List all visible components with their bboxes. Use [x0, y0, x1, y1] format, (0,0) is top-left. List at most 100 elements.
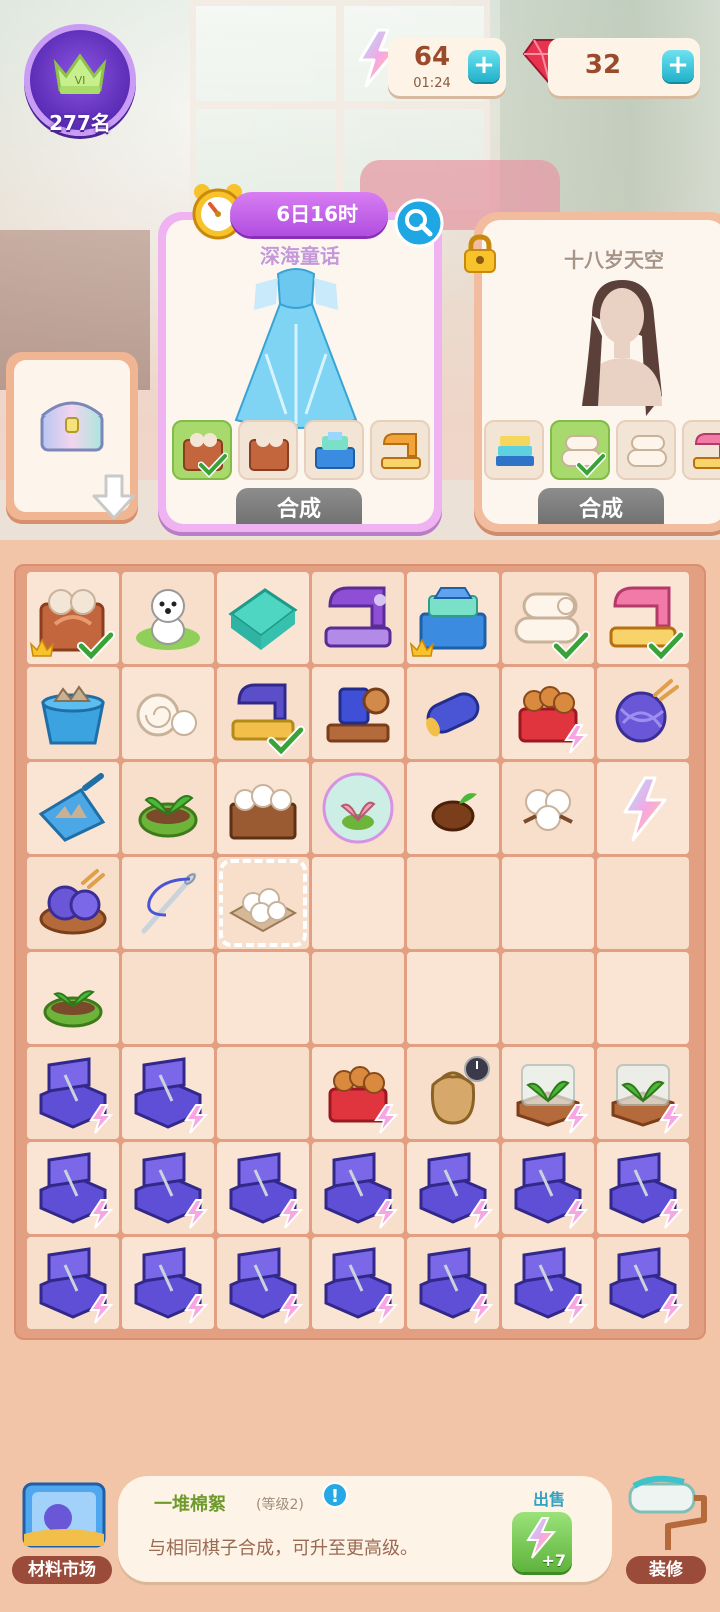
board-cell[interactable]	[597, 572, 689, 664]
board-cell-empty[interactable]	[122, 952, 214, 1044]
puppy-icon	[136, 589, 200, 650]
sell-button[interactable]: +7	[512, 1512, 572, 1572]
board-cell[interactable]	[217, 1237, 309, 1329]
board-cell[interactable]	[312, 1047, 404, 1139]
board-cell[interactable]	[217, 1142, 309, 1234]
board-cell[interactable]	[312, 667, 404, 759]
board-cell[interactable]	[502, 1237, 594, 1329]
chest-card[interactable]	[6, 352, 138, 520]
merge-grid	[27, 572, 698, 1329]
sewing-machine-icon	[324, 586, 392, 648]
board-cell-empty[interactable]	[312, 857, 404, 949]
energy-icon	[659, 1294, 684, 1324]
check-icon	[198, 452, 228, 478]
board-cell[interactable]	[122, 667, 214, 759]
board-cell[interactable]	[502, 762, 594, 854]
board-cell[interactable]	[597, 1142, 689, 1234]
mannequin-bust-icon	[582, 280, 662, 416]
board-cell[interactable]	[27, 857, 119, 949]
board-cell-empty[interactable]	[407, 857, 499, 949]
arrow-down-icon[interactable]	[90, 472, 138, 522]
board-cell[interactable]	[122, 1237, 214, 1329]
fabric-stack-icon	[496, 436, 534, 466]
board-cell[interactable]	[312, 762, 404, 854]
board-cell[interactable]	[27, 667, 119, 759]
energy-icon	[89, 1199, 114, 1229]
gem-value: 32	[584, 50, 622, 80]
board-cell[interactable]	[407, 762, 499, 854]
board-cell[interactable]	[122, 1047, 214, 1139]
requirement-slot	[484, 420, 544, 480]
board-cell[interactable]	[597, 1047, 689, 1139]
board-cell[interactable]	[597, 1237, 689, 1329]
material-market-button[interactable]: 材料市场	[10, 1466, 114, 1586]
board-cell-empty[interactable]	[597, 952, 689, 1044]
energy-icon	[469, 1199, 494, 1229]
check-icon	[576, 452, 606, 478]
board-cell[interactable]	[217, 762, 309, 854]
energy-icon	[279, 1294, 304, 1324]
board-cell-empty[interactable]	[502, 857, 594, 949]
board-cell[interactable]	[312, 1237, 404, 1329]
board-cell[interactable]	[502, 1142, 594, 1234]
treasure-chest-icon	[40, 401, 104, 452]
board-cell-selected[interactable]	[217, 857, 309, 949]
chest-card-inner	[14, 360, 136, 520]
board-cell[interactable]	[502, 572, 594, 664]
board-cell-empty[interactable]	[502, 952, 594, 1044]
energy-timer: 01:24	[413, 76, 451, 91]
board-cell[interactable]	[217, 572, 309, 664]
board-cell[interactable]	[27, 1047, 119, 1139]
order-card-2[interactable]: 十八岁天空 合成	[474, 212, 720, 532]
board-cell[interactable]	[122, 857, 214, 949]
decorate-button[interactable]: 装修	[620, 1466, 716, 1586]
board-cell[interactable]	[27, 1237, 119, 1329]
info-icon[interactable]: !	[322, 1482, 348, 1508]
requirement-slot	[304, 420, 364, 480]
board-cell[interactable]	[407, 667, 499, 759]
energy-icon	[564, 1199, 589, 1229]
energy-icon	[184, 1199, 209, 1229]
cotton-rolls-icon	[627, 435, 667, 467]
board-cell[interactable]	[597, 762, 689, 854]
energy-icon	[374, 1199, 399, 1229]
board-cell[interactable]	[407, 1047, 499, 1139]
board-cell[interactable]	[407, 1142, 499, 1234]
board-cell[interactable]	[312, 572, 404, 664]
energy-value: 64	[413, 42, 451, 72]
board-cell[interactable]	[217, 667, 309, 759]
search-icon[interactable]	[394, 198, 444, 248]
rank-badge[interactable]: VI 277名	[24, 24, 136, 136]
board-cell-empty[interactable]	[312, 952, 404, 1044]
board-cell[interactable]	[407, 572, 499, 664]
board-cell[interactable]	[122, 762, 214, 854]
board-cell[interactable]	[27, 762, 119, 854]
board-cell[interactable]	[502, 667, 594, 759]
blue-dress-icon	[234, 268, 358, 429]
board-cell-empty[interactable]	[217, 952, 309, 1044]
order-2-synthesize-button[interactable]: 合成	[538, 488, 664, 524]
board-cell[interactable]	[27, 1142, 119, 1234]
add-energy-button[interactable]: +	[468, 50, 500, 82]
board-cell-empty[interactable]	[407, 952, 499, 1044]
sprout-pot-icon	[138, 795, 198, 838]
item-level: (等级2)	[256, 1497, 304, 1513]
requirement-slot	[682, 420, 720, 480]
board-cell[interactable]	[502, 1047, 594, 1139]
order-card-1[interactable]: 深海童话 合成	[158, 212, 442, 532]
board-cell-empty[interactable]	[597, 857, 689, 949]
board-cell[interactable]	[27, 952, 119, 1044]
board-cell-empty[interactable]	[217, 1047, 309, 1139]
item-name: 一堆棉絮	[154, 1494, 226, 1515]
paint-roller-icon	[628, 1475, 707, 1550]
board-cell[interactable]	[122, 572, 214, 664]
requirement-slot	[238, 420, 298, 480]
add-gem-button[interactable]: +	[662, 50, 694, 82]
board-cell[interactable]	[27, 572, 119, 664]
board-cell[interactable]	[122, 1142, 214, 1234]
order-1-synthesize-button[interactable]: 合成	[236, 488, 362, 524]
check-icon	[267, 725, 305, 757]
board-cell[interactable]	[597, 667, 689, 759]
board-cell[interactable]	[407, 1237, 499, 1329]
board-cell[interactable]	[312, 1142, 404, 1234]
